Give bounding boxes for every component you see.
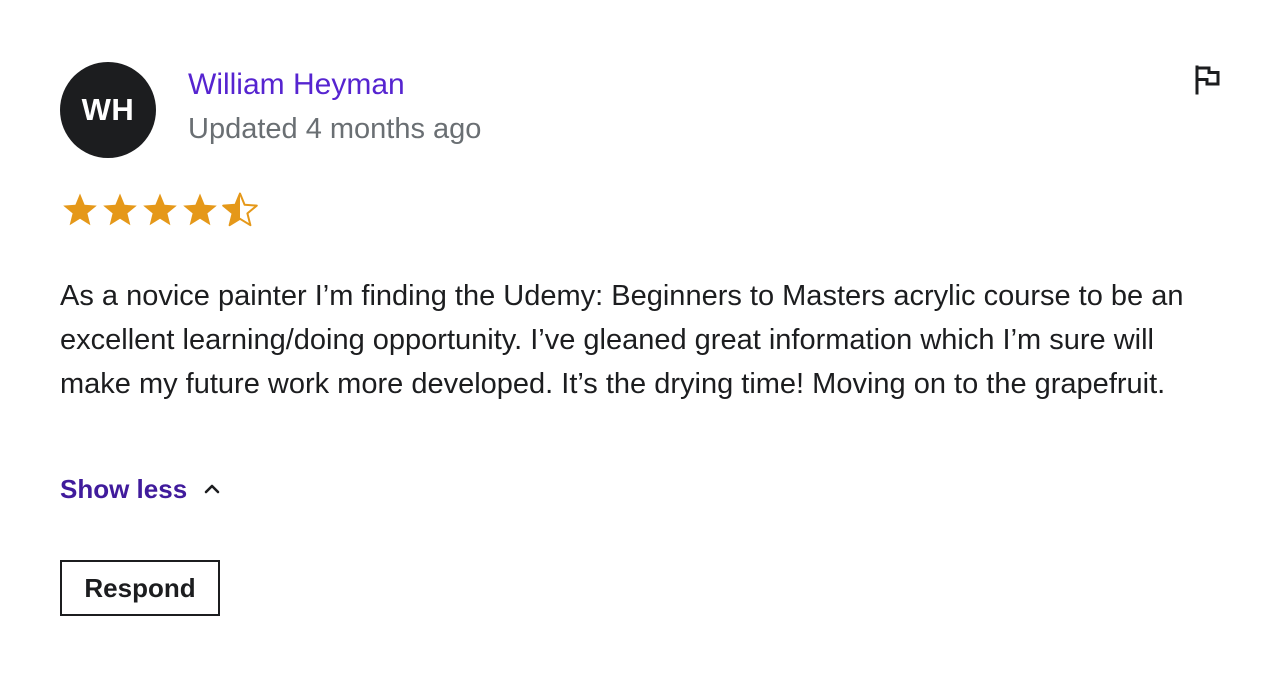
chevron-up-icon [204,484,220,494]
show-less-label: Show less [60,473,188,504]
flag-icon[interactable] [1190,62,1224,96]
star-rating [60,190,260,230]
respond-button[interactable]: Respond [60,560,220,616]
review-text: As a novice painter I’m finding the Udem… [60,280,1184,400]
star-half-icon [222,192,258,227]
show-less-button[interactable]: Show less [60,470,223,508]
star-filled-icon [183,193,217,226]
reviewer-name: William Heyman [188,68,405,101]
avatar: WH [60,62,156,158]
star-filled-icon [63,193,97,226]
avatar-initials: WH [81,92,135,127]
star-filled-icon [103,193,137,226]
review-updated-time: Updated 4 months ago [188,113,482,145]
star-filled-icon [143,193,177,226]
review-card: WH William Heyman Updated 4 months ago A… [0,0,1286,676]
